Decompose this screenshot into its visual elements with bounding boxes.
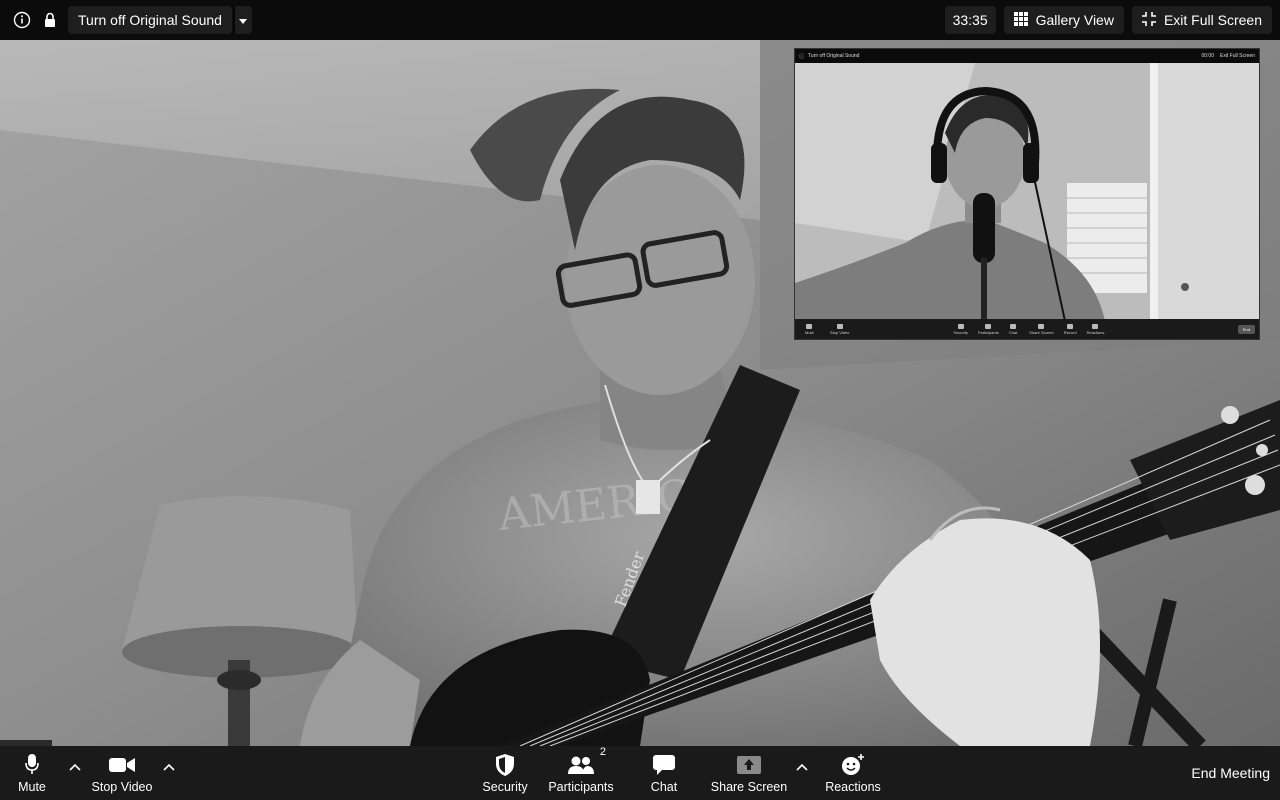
- self-view-participants-label: Participants: [977, 329, 999, 335]
- chat-label: Chat: [650, 780, 678, 794]
- participants-count: 2: [599, 746, 606, 758]
- self-view-video-frame: [795, 63, 1259, 321]
- end-meeting-label: End Meeting: [1191, 765, 1270, 781]
- self-view-record-label: Record: [1063, 329, 1077, 335]
- info-icon: ⓘ: [799, 53, 805, 60]
- people-icon: [985, 323, 992, 329]
- self-view-share-label: Share Screen: [1029, 329, 1054, 335]
- smiley-plus-icon: [841, 752, 865, 778]
- shield-icon: [496, 752, 514, 778]
- self-view-mute: Mute: [805, 323, 814, 335]
- self-view-toolbar: Mute Stop Video Security Participants Ch…: [795, 319, 1259, 339]
- self-view-inset[interactable]: ⓘ Turn off Original Sound 00:00 Exit Ful…: [794, 48, 1260, 340]
- original-sound-dropdown[interactable]: [233, 6, 252, 34]
- top-bar-left: Turn off Original Sound: [0, 0, 252, 40]
- grid-icon: [1013, 11, 1028, 29]
- share-options-caret[interactable]: [795, 760, 809, 774]
- video-options-caret[interactable]: [162, 760, 176, 774]
- share-screen-icon: [737, 752, 761, 778]
- microphone-icon: [806, 323, 813, 329]
- self-view-reactions-label: Reactions: [1086, 329, 1105, 335]
- self-view-security: Security: [953, 323, 968, 335]
- self-view-stop-video: Stop Video: [829, 323, 850, 335]
- self-view-chat-label: Chat: [1008, 329, 1018, 335]
- self-view-top-bar: ⓘ Turn off Original Sound 00:00 Exit Ful…: [795, 49, 1259, 63]
- share-screen-icon: [1038, 323, 1045, 329]
- meeting-timer: 33:35: [944, 6, 996, 34]
- reactions-button[interactable]: Reactions: [824, 746, 882, 800]
- security-label: Security: [482, 780, 528, 794]
- timer-value: 33:35: [952, 12, 988, 28]
- exit-fullscreen-icon: [1141, 11, 1156, 29]
- gallery-view-button[interactable]: Gallery View: [1003, 6, 1124, 34]
- end-meeting-button[interactable]: End Meeting: [1191, 746, 1270, 800]
- chevron-down-icon: [239, 11, 248, 29]
- chat-bubble-icon: [653, 752, 675, 778]
- self-view-participants: Participants: [977, 323, 999, 335]
- info-icon[interactable]: [12, 10, 32, 30]
- participants-button[interactable]: 2 Participants: [548, 746, 614, 800]
- share-screen-button[interactable]: Share Screen: [710, 746, 788, 800]
- smiley-plus-icon: [1092, 323, 1099, 329]
- reactions-label: Reactions: [825, 780, 881, 794]
- top-bar: Turn off Original Sound 33:35 Gallery Vi…: [0, 0, 1280, 40]
- chat-button[interactable]: Chat: [648, 746, 680, 800]
- record-icon: [1067, 323, 1074, 329]
- audio-options-caret[interactable]: [68, 760, 82, 774]
- original-sound-button[interactable]: Turn off Original Sound: [68, 6, 232, 34]
- share-screen-label: Share Screen: [710, 780, 788, 794]
- self-view-end-button: End: [1237, 324, 1255, 334]
- shield-icon: [957, 323, 964, 329]
- top-bar-right: 33:35 Gallery View Exit Full Screen: [944, 6, 1280, 34]
- meeting-toolbar: Mute Stop Video Security 2 Participants …: [0, 746, 1280, 800]
- exit-full-screen-label: Exit Full Screen: [1163, 12, 1262, 28]
- self-view-chat: Chat: [1008, 323, 1018, 335]
- mute-button[interactable]: Mute: [14, 746, 50, 800]
- self-view-original-sound: Turn off Original Sound: [808, 53, 860, 59]
- people-icon: 2: [568, 746, 606, 778]
- lock-icon[interactable]: [40, 10, 60, 30]
- self-view-timer: 00:00: [1201, 53, 1214, 59]
- stop-video-label: Stop Video: [91, 780, 153, 794]
- mute-label: Mute: [18, 780, 46, 794]
- self-view-share-screen: Share Screen: [1029, 323, 1054, 335]
- exit-full-screen-button[interactable]: Exit Full Screen: [1131, 6, 1272, 34]
- gallery-view-label: Gallery View: [1035, 12, 1114, 28]
- video-camera-icon: [109, 752, 135, 778]
- self-view-reactions: Reactions: [1086, 323, 1105, 335]
- self-view-record: Record: [1063, 323, 1077, 335]
- self-view-security-label: Security: [953, 329, 968, 335]
- self-view-exit-full-screen: Exit Full Screen: [1219, 53, 1255, 59]
- microphone-icon: [25, 752, 39, 778]
- video-camera-icon: [836, 323, 843, 329]
- self-view-stop-video-label: Stop Video: [829, 329, 850, 335]
- original-sound-label: Turn off Original Sound: [78, 12, 222, 28]
- security-button[interactable]: Security: [480, 746, 530, 800]
- stop-video-button[interactable]: Stop Video: [90, 746, 154, 800]
- self-view-mute-label: Mute: [805, 329, 814, 335]
- chat-bubble-icon: [1009, 323, 1016, 329]
- participants-label: Participants: [548, 780, 614, 794]
